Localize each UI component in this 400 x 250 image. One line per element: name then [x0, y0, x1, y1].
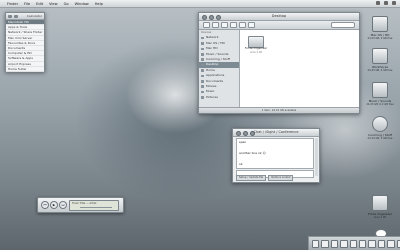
disc-icon	[372, 116, 388, 132]
list-widget-items: Macintosh HD Apps & Tools Network / Shar…	[6, 20, 44, 72]
player-track-text: Track Title — Artist	[72, 201, 97, 205]
action-button[interactable]	[248, 22, 255, 28]
chat-title: Chat / iSight / Conference	[253, 130, 299, 134]
chat-message: ok	[239, 162, 243, 166]
dock-mail-icon[interactable]	[321, 239, 329, 248]
desktop-icon-sub: 24.43 GB, 4 GB free	[367, 69, 393, 72]
menu-go[interactable]: Go	[64, 2, 69, 6]
chat-transcript: spaz another line ok ☺ ok	[236, 138, 314, 169]
music-controller: ⏮ ▶ ⏭ Track Title — Artist	[37, 197, 124, 213]
menu-edit[interactable]: Edit	[36, 2, 43, 6]
dock-preferences-icon[interactable]	[368, 239, 376, 248]
search-input[interactable]	[331, 22, 355, 28]
desktop-icon[interactable]: Workhorse 24.43 GB, 4 GB free	[362, 48, 398, 72]
desktop-icon[interactable]: Mac OS / HD 24.43 GB, 0 GB free	[362, 16, 398, 40]
desktop-icon-sub: 24.43 GB, 0.2 GB free	[366, 103, 394, 106]
drive-sub: Alias 4 KB	[250, 50, 262, 54]
finder-sidebar: Devices Network Mac OS / HD Mac HD Music…	[199, 30, 240, 107]
menu-bar: Finder File Edit View Go Window Help	[0, 0, 400, 8]
list-item[interactable]: Home folder	[6, 67, 44, 72]
list-view-button[interactable]	[230, 22, 237, 28]
dock-terminal-icon[interactable]	[377, 239, 386, 248]
previous-track-button[interactable]: ⏮	[41, 201, 49, 209]
menu-view[interactable]: View	[49, 2, 58, 6]
finder-window: Desktop Devices Network Mac OS / HD Mac …	[198, 12, 360, 114]
desktop: Finder File Edit View Go Window Help Cal…	[0, 0, 400, 250]
menu-window[interactable]: Window	[75, 2, 89, 6]
desktop-icon[interactable]: Music / Sounds 24.43 GB, 0.2 GB free	[362, 82, 398, 106]
dock-ichat-icon[interactable]	[340, 239, 348, 248]
hard-drive-icon	[372, 48, 388, 64]
play-button[interactable]: ▶	[50, 201, 58, 209]
menu-file[interactable]: File	[24, 2, 30, 6]
dock-trash-icon[interactable]	[396, 239, 400, 248]
finder-titlebar[interactable]: Desktop	[199, 13, 359, 21]
list-widget-window: Calculator Macintosh HD Apps & Tools Net…	[5, 12, 45, 72]
dock-iphoto-icon[interactable]	[359, 239, 367, 248]
music-drive-icon	[372, 82, 388, 98]
chat-window: Chat / iSight / Conference spaz another …	[232, 128, 320, 183]
clock-icon[interactable]	[384, 1, 388, 5]
volume-icon[interactable]	[376, 1, 380, 5]
finder-content: Fonte Organizer Alias 4 KB	[240, 30, 359, 107]
dock-safari-icon[interactable]	[330, 239, 339, 248]
chat-titlebar[interactable]: Chat / iSight / Conference	[233, 129, 319, 137]
chat-footer-button[interactable]: Options Linked	[268, 175, 294, 181]
desktop-icon-sub: 24.43 GB, 0 GB free	[367, 37, 393, 40]
dock-itunes-icon[interactable]	[349, 239, 358, 248]
dock	[308, 236, 400, 250]
dock-finder-icon[interactable]	[312, 239, 320, 248]
player-lcd: Track Title — Artist	[69, 200, 119, 211]
desktop-icon[interactable]: Incoming / Stuff 24.43 GB, 3 GB free	[362, 116, 398, 140]
progress-bar[interactable]	[80, 207, 112, 209]
desktop-icon[interactable]: Fonte Organizer Alias 4 KB	[362, 195, 398, 219]
list-widget-header: Calculator	[26, 14, 42, 18]
icon-view-button[interactable]	[221, 22, 228, 28]
sidebar-item[interactable]: Pictures	[199, 95, 239, 100]
menu-finder[interactable]: Finder	[7, 2, 18, 6]
desktop-icon-sub: Alias 4 KB	[373, 216, 387, 219]
hard-drive-icon	[372, 16, 388, 32]
chat-footer-button[interactable]: Setup / Update Me	[236, 175, 267, 181]
list-back-icon[interactable]	[8, 14, 12, 18]
folder-alias-icon	[372, 195, 388, 211]
desktop-icon-sub: 24.43 GB, 3 GB free	[367, 137, 393, 140]
back-button[interactable]	[203, 22, 210, 28]
chat-message: spaz	[239, 140, 246, 144]
list-widget-toolbar: Calculator	[6, 13, 44, 20]
window-title: Desktop	[271, 14, 287, 18]
spotlight-icon[interactable]	[392, 1, 396, 5]
forward-button[interactable]	[212, 22, 219, 28]
dock-documents-icon[interactable]	[387, 239, 395, 248]
finder-toolbar	[199, 21, 359, 30]
list-forward-icon[interactable]	[14, 14, 18, 18]
next-track-button[interactable]: ⏭	[59, 201, 67, 209]
finder-status-bar: 1 item, 24.43 GB available	[199, 107, 359, 113]
chat-message: another line ok ☺	[239, 151, 266, 155]
chat-scrollbar[interactable]	[315, 138, 318, 176]
column-view-button[interactable]	[239, 22, 246, 28]
menu-help[interactable]: Help	[95, 2, 103, 6]
